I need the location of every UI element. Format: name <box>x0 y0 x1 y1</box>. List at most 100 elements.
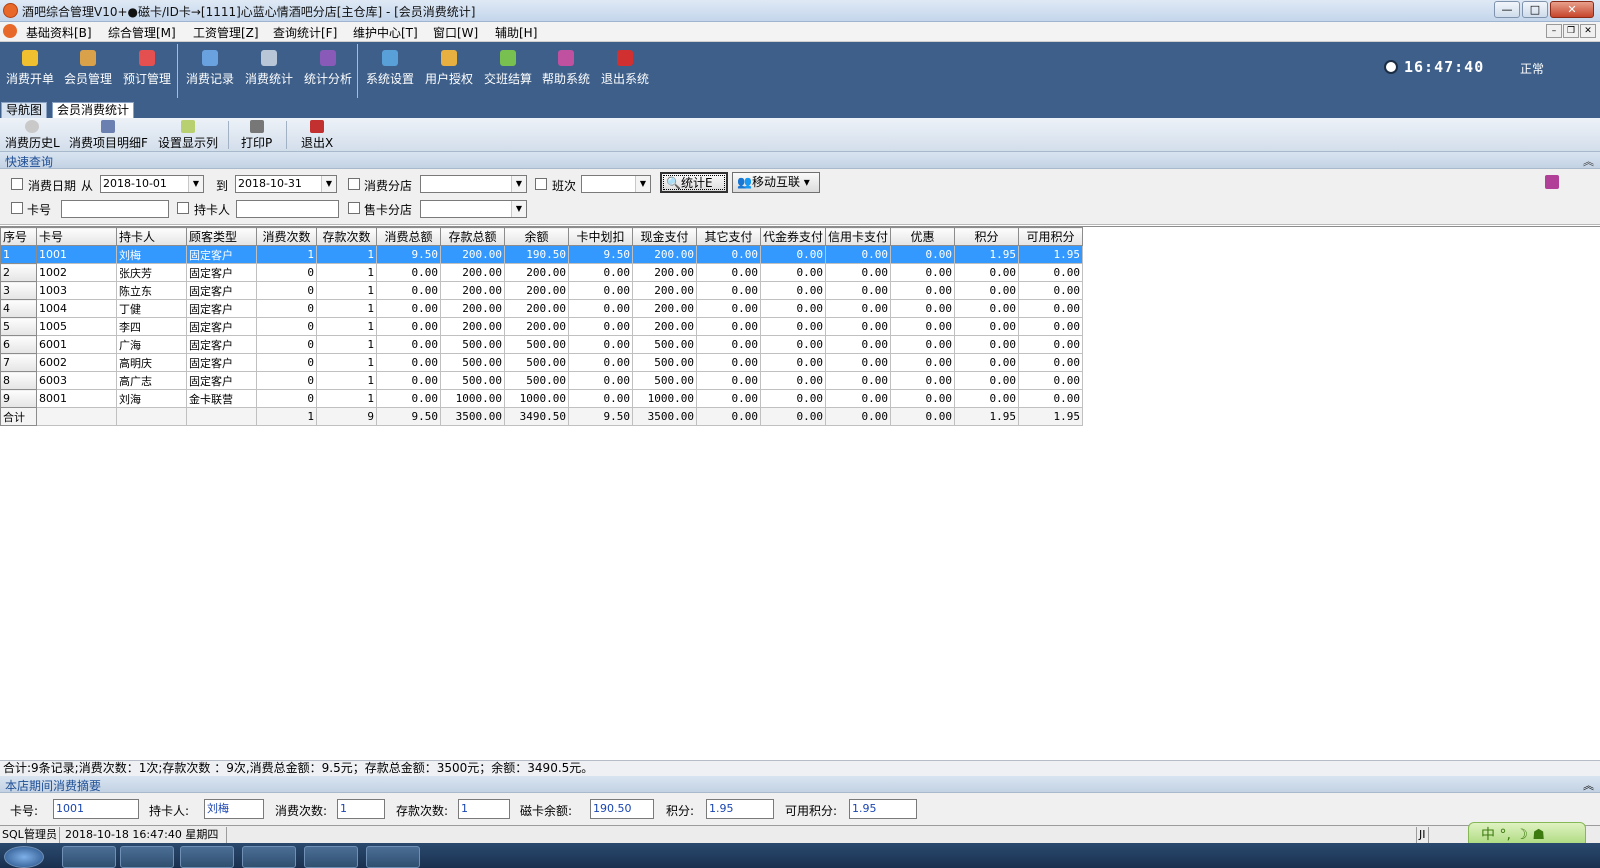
branch-select[interactable]: ▼ <box>420 175 527 193</box>
column-header[interactable]: 余额 <box>504 227 569 246</box>
table-cell: 1 <box>316 299 377 318</box>
column-header[interactable]: 顾客类型 <box>186 227 257 246</box>
branch-checkbox[interactable] <box>348 178 360 190</box>
table-row[interactable]: 6 6001 广海 固定客户 0 1 0.00 500.00 500.00 0.00 500.00 0… <box>0 335 1084 354</box>
menu-salary[interactable]: 工资管理[Z] <box>193 24 259 41</box>
date-to-picker[interactable]: 2018-10-31 ▼ <box>235 175 337 193</box>
toolbar-member-management[interactable]: 会员管理 <box>64 50 112 87</box>
card-balance-field[interactable]: 190.50 <box>590 799 654 819</box>
column-header[interactable]: 代金券支付 <box>759 227 827 246</box>
menu-basic-data[interactable]: 基础资料[B] <box>26 24 92 41</box>
toolbar-analysis[interactable]: 统计分析 <box>304 50 352 87</box>
consume-count-field[interactable]: 1 <box>337 799 385 819</box>
table-row[interactable]: 1 1001 刘梅 固定客户 1 1 9.50 200.00 190.50 9.50 200.00 0… <box>0 245 1084 264</box>
display-columns-button[interactable]: 设置显示列 <box>158 120 218 151</box>
total-row[interactable]: 合计 1 9 9.50 3500.00 3490.50 9.50 3500.00 0.00 0.0… <box>0 407 1084 426</box>
available-points-field[interactable]: 1.95 <box>849 799 917 819</box>
start-button[interactable] <box>4 846 44 868</box>
mdi-restore-button[interactable]: ❐ <box>1563 24 1579 38</box>
close-button[interactable]: ✕ <box>1550 1 1594 18</box>
table-row[interactable]: 2 1002 张庆芳 固定客户 0 1 0.00 200.00 200.00 0.00 200.00… <box>0 263 1084 282</box>
quick-query-header[interactable]: 快速查询 ︽ <box>0 152 1600 169</box>
column-header[interactable]: 卡号 <box>36 227 117 246</box>
tab-member-stats[interactable]: 会员消费统计 <box>52 102 135 118</box>
toolbar-exit[interactable]: 退出系统 <box>601 50 649 87</box>
toolbar-reservation[interactable]: 预订管理 <box>123 50 171 87</box>
taskbar-app-1[interactable] <box>62 846 116 868</box>
table-row[interactable]: 5 1005 李四 固定客户 0 1 0.00 200.00 200.00 0.00 200.00 0… <box>0 317 1084 336</box>
toolbar-consume-stats[interactable]: 消费统计 <box>245 50 293 87</box>
taskbar-app-4[interactable] <box>242 846 296 868</box>
menu-general-management[interactable]: 综合管理[M] <box>108 24 176 41</box>
mobile-interconnect-button[interactable]: 👥移动互联 ▾ <box>732 172 820 193</box>
taskbar-app-6[interactable] <box>366 846 420 868</box>
column-header[interactable]: 序号 <box>0 227 37 246</box>
column-header[interactable]: 可用积分 <box>1018 227 1084 246</box>
column-header[interactable]: 信用卡支付 <box>825 227 892 246</box>
table-cell: 0.00 <box>696 353 761 372</box>
menu-help[interactable]: 辅助[H] <box>495 24 537 41</box>
toolbar-system-settings[interactable]: 系统设置 <box>366 50 414 87</box>
table-cell: 0.00 <box>1018 335 1084 354</box>
deposit-count-field[interactable]: 1 <box>458 799 510 819</box>
menu-window[interactable]: 窗口[W] <box>433 24 478 41</box>
date-checkbox[interactable] <box>11 178 23 190</box>
status-normal: 正常 <box>1520 62 1545 76</box>
table-row[interactable]: 3 1003 陈立东 固定客户 0 1 0.00 200.00 200.00 0.00 200.00… <box>0 281 1084 300</box>
holder-checkbox[interactable] <box>177 202 189 214</box>
date-from-picker[interactable]: 2018-10-01 ▼ <box>100 175 204 193</box>
shift-checkbox[interactable] <box>535 178 547 190</box>
collapse-icon[interactable]: ︽ <box>1583 777 1594 793</box>
table-row[interactable]: 7 6002 高明庆 固定客户 0 1 0.00 500.00 500.00 0.00 500.00… <box>0 353 1084 372</box>
data-grid[interactable]: 序号 卡号 持卡人 顾客类型 消费次数 存款次数 消费总额 存款总额 余额 卡中划扣 现金支付 其它支… <box>0 226 1600 760</box>
holder-name-field[interactable]: 刘梅 <box>204 799 264 819</box>
print-button[interactable]: 打印P <box>241 120 272 151</box>
minimize-button[interactable]: — <box>1494 1 1520 18</box>
column-header[interactable]: 卡中划扣 <box>568 227 633 246</box>
consume-history-button[interactable]: 消费历史L <box>5 120 60 151</box>
card-checkbox[interactable] <box>11 202 23 214</box>
column-header[interactable]: 优惠 <box>890 227 956 246</box>
table-cell: 0 <box>256 353 317 372</box>
sell-branch-select[interactable]: ▼ <box>420 200 527 218</box>
shift-select[interactable]: ▼ <box>581 175 651 193</box>
tab-navigation[interactable]: 导航图 <box>1 102 48 118</box>
menu-maintenance[interactable]: 维护中心[T] <box>353 24 418 41</box>
card-no-field[interactable]: 1001 <box>53 799 139 819</box>
mdi-close-button[interactable]: ✕ <box>1580 24 1596 38</box>
taskbar-app-2[interactable] <box>120 846 174 868</box>
column-header[interactable]: 持卡人 <box>116 227 187 246</box>
table-row[interactable]: 9 8001 刘海 金卡联营 0 1 0.00 1000.00 1000.00 0.00 1000.… <box>0 389 1084 408</box>
column-header[interactable]: 现金支付 <box>632 227 697 246</box>
column-header[interactable]: 消费次数 <box>256 227 317 246</box>
toolbar-new-order[interactable]: 消费开单 <box>6 50 54 87</box>
table-cell: 0.00 <box>954 335 1020 354</box>
mdi-minimize-button[interactable]: – <box>1546 24 1562 38</box>
collapse-icon[interactable]: ︽ <box>1583 153 1594 169</box>
table-row[interactable]: 8 6003 高广志 固定客户 0 1 0.00 500.00 500.00 0.00 500.00… <box>0 371 1084 390</box>
card-input[interactable] <box>61 200 169 218</box>
toolbar-shift-settle[interactable]: 交班结算 <box>484 50 532 87</box>
sell-branch-checkbox[interactable] <box>348 202 360 214</box>
table-row[interactable]: 4 1004 丁健 固定客户 0 1 0.00 200.00 200.00 0.00 200.00 0… <box>0 299 1084 318</box>
period-summary-header[interactable]: 本店期间消费摘要 ︽ <box>0 776 1600 793</box>
column-header[interactable]: 其它支付 <box>696 227 761 246</box>
app-menu-icon[interactable] <box>3 24 17 38</box>
taskbar-app-3[interactable] <box>180 846 234 868</box>
points-field[interactable]: 1.95 <box>706 799 774 819</box>
toolbar-user-auth[interactable]: 用户授权 <box>425 50 473 87</box>
menu-query-stats[interactable]: 查询统计[F] <box>273 24 337 41</box>
consume-detail-button[interactable]: 消费项目明细F <box>69 120 148 151</box>
toolbar-consume-records[interactable]: 消费记录 <box>186 50 234 87</box>
maximize-button[interactable]: □ <box>1522 1 1548 18</box>
exit-button[interactable]: 退出X <box>301 120 333 151</box>
column-header[interactable]: 存款总额 <box>440 227 505 246</box>
holder-input[interactable] <box>236 200 339 218</box>
column-header[interactable]: 存款次数 <box>316 227 377 246</box>
book-icon[interactable] <box>1545 175 1559 189</box>
toolbar-help[interactable]: 帮助系统 <box>542 50 590 87</box>
taskbar-app-5[interactable] <box>304 846 358 868</box>
column-header[interactable]: 积分 <box>954 227 1020 246</box>
stat-button[interactable]: 🔍统计E <box>660 172 728 193</box>
column-header[interactable]: 消费总额 <box>376 227 441 246</box>
